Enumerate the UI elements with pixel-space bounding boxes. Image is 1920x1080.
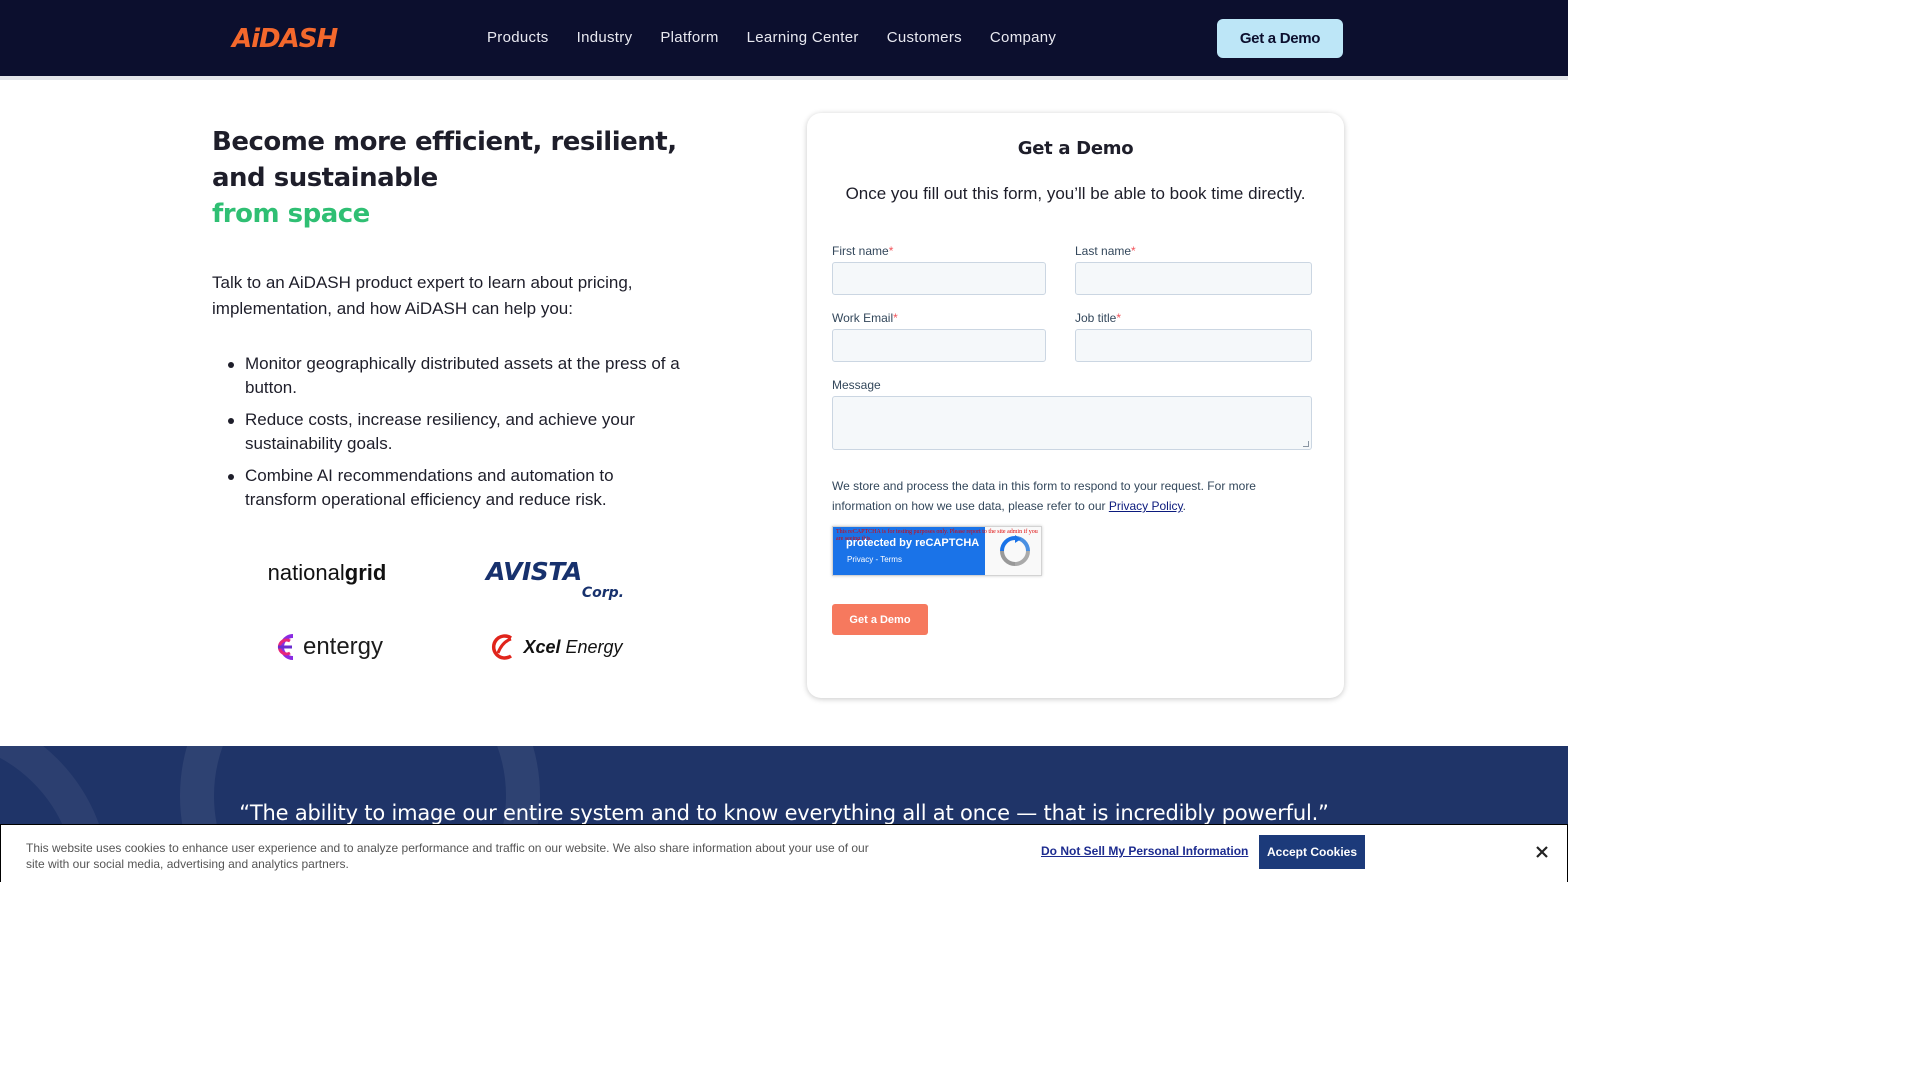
national-grid-logo-part2: grid <box>344 560 387 585</box>
first-name-label: First name* <box>832 244 893 258</box>
job-title-input[interactable] <box>1075 329 1312 362</box>
xcel-logo-bold: Xcel <box>523 636 561 657</box>
entergy-mark-icon <box>277 634 294 660</box>
main-menu: Products Industry Platform Learning Cent… <box>487 29 1084 46</box>
required-mark: * <box>893 311 898 325</box>
aidash-logo[interactable]: AiDASH <box>232 24 338 54</box>
privacy-policy-link[interactable]: Privacy Policy <box>1109 499 1183 513</box>
message-textarea[interactable] <box>832 396 1312 450</box>
submit-get-demo-button[interactable]: Get a Demo <box>832 604 928 635</box>
message-label: Message <box>832 378 881 392</box>
xcel-mark-icon <box>492 634 513 660</box>
benefit-item: Combine AI recommendations and automatio… <box>212 464 682 512</box>
nav-item-customers[interactable]: Customers <box>887 29 962 46</box>
cookie-banner: This website uses cookies to enhance use… <box>0 824 1568 882</box>
benefit-item: Reduce costs, increase resiliency, and a… <box>212 408 682 456</box>
nav-item-company[interactable]: Company <box>990 29 1056 46</box>
do-not-sell-link[interactable]: Do Not Sell My Personal Information <box>1041 844 1248 858</box>
xcel-logo-text: Xcel Energy <box>523 637 622 658</box>
recaptcha-links[interactable]: Privacy - Terms <box>847 555 902 564</box>
required-mark: * <box>1116 311 1122 325</box>
cookie-text: This website uses cookies to enhance use… <box>26 841 869 871</box>
privacy-notice: We store and process the data in this fo… <box>832 476 1316 516</box>
job-title-label: Job title* <box>1075 311 1121 325</box>
testimonial-quote: “The ability to image our entire system … <box>239 801 1329 825</box>
required-mark: * <box>1131 244 1136 258</box>
work-email-input[interactable] <box>832 329 1046 362</box>
hero-headline-accent: from space <box>212 199 370 229</box>
national-grid-logo: national grid <box>262 556 392 590</box>
privacy-notice-end: . <box>1182 499 1186 513</box>
recaptcha-logo-icon <box>1000 535 1030 566</box>
nav-get-demo-button[interactable]: Get a Demo <box>1217 19 1343 58</box>
last-name-input[interactable] <box>1075 262 1312 295</box>
first-name-input[interactable] <box>832 262 1046 295</box>
nav-item-industry[interactable]: Industry <box>577 29 633 46</box>
recaptcha-protected-text: protected by reCAPTCHA <box>846 537 980 549</box>
entergy-logo-text: entergy <box>302 633 384 660</box>
xcel-logo-rest: Energy <box>560 636 623 657</box>
privacy-notice-text: We store and process the data in this fo… <box>832 479 1256 513</box>
form-title: Get a Demo <box>1017 138 1134 159</box>
last-name-label-text: Last name <box>1075 244 1132 258</box>
avista-logo-main: AVISTA <box>486 557 582 586</box>
avista-logo: AVISTA Corp. <box>486 553 628 607</box>
page: AiDASH Products Industry Platform Learni… <box>0 0 1568 882</box>
recaptcha-badge[interactable]: This reCAPTCHA is for testing purposes o… <box>832 526 1042 576</box>
nav-divider <box>0 76 1568 80</box>
nav-item-learning-center[interactable]: Learning Center <box>747 29 859 46</box>
nav-item-platform[interactable]: Platform <box>660 29 718 46</box>
work-email-label-text: Work Email <box>832 311 894 325</box>
form-subtitle: Once you fill out this form, you’ll be a… <box>845 184 1306 203</box>
work-email-label: Work Email* <box>832 311 898 325</box>
job-title-label-text: Job title <box>1075 311 1117 325</box>
entergy-logo: entergy <box>268 630 388 664</box>
first-name-label-text: First name <box>832 244 889 258</box>
accept-cookies-button[interactable]: Accept Cookies <box>1259 835 1365 869</box>
hero-headline: Become more efficient, resilient, and su… <box>212 127 677 193</box>
last-name-label: Last name* <box>1075 244 1136 258</box>
nav-item-products[interactable]: Products <box>487 29 549 46</box>
hero-intro: Talk to an AiDASH product expert to lear… <box>212 273 633 318</box>
benefit-list: Monitor geographically distributed asset… <box>212 352 682 520</box>
close-icon[interactable] <box>1531 841 1553 863</box>
avista-logo-corp: Corp. <box>581 585 624 601</box>
resize-handle-icon[interactable] <box>1303 441 1309 447</box>
top-nav: AiDASH Products Industry Platform Learni… <box>0 0 1568 76</box>
required-mark: * <box>888 244 894 258</box>
benefit-item: Monitor geographically distributed asset… <box>212 352 682 400</box>
national-grid-logo-part1: national <box>267 560 345 585</box>
xcel-energy-logo: Xcel Energy <box>486 630 626 664</box>
